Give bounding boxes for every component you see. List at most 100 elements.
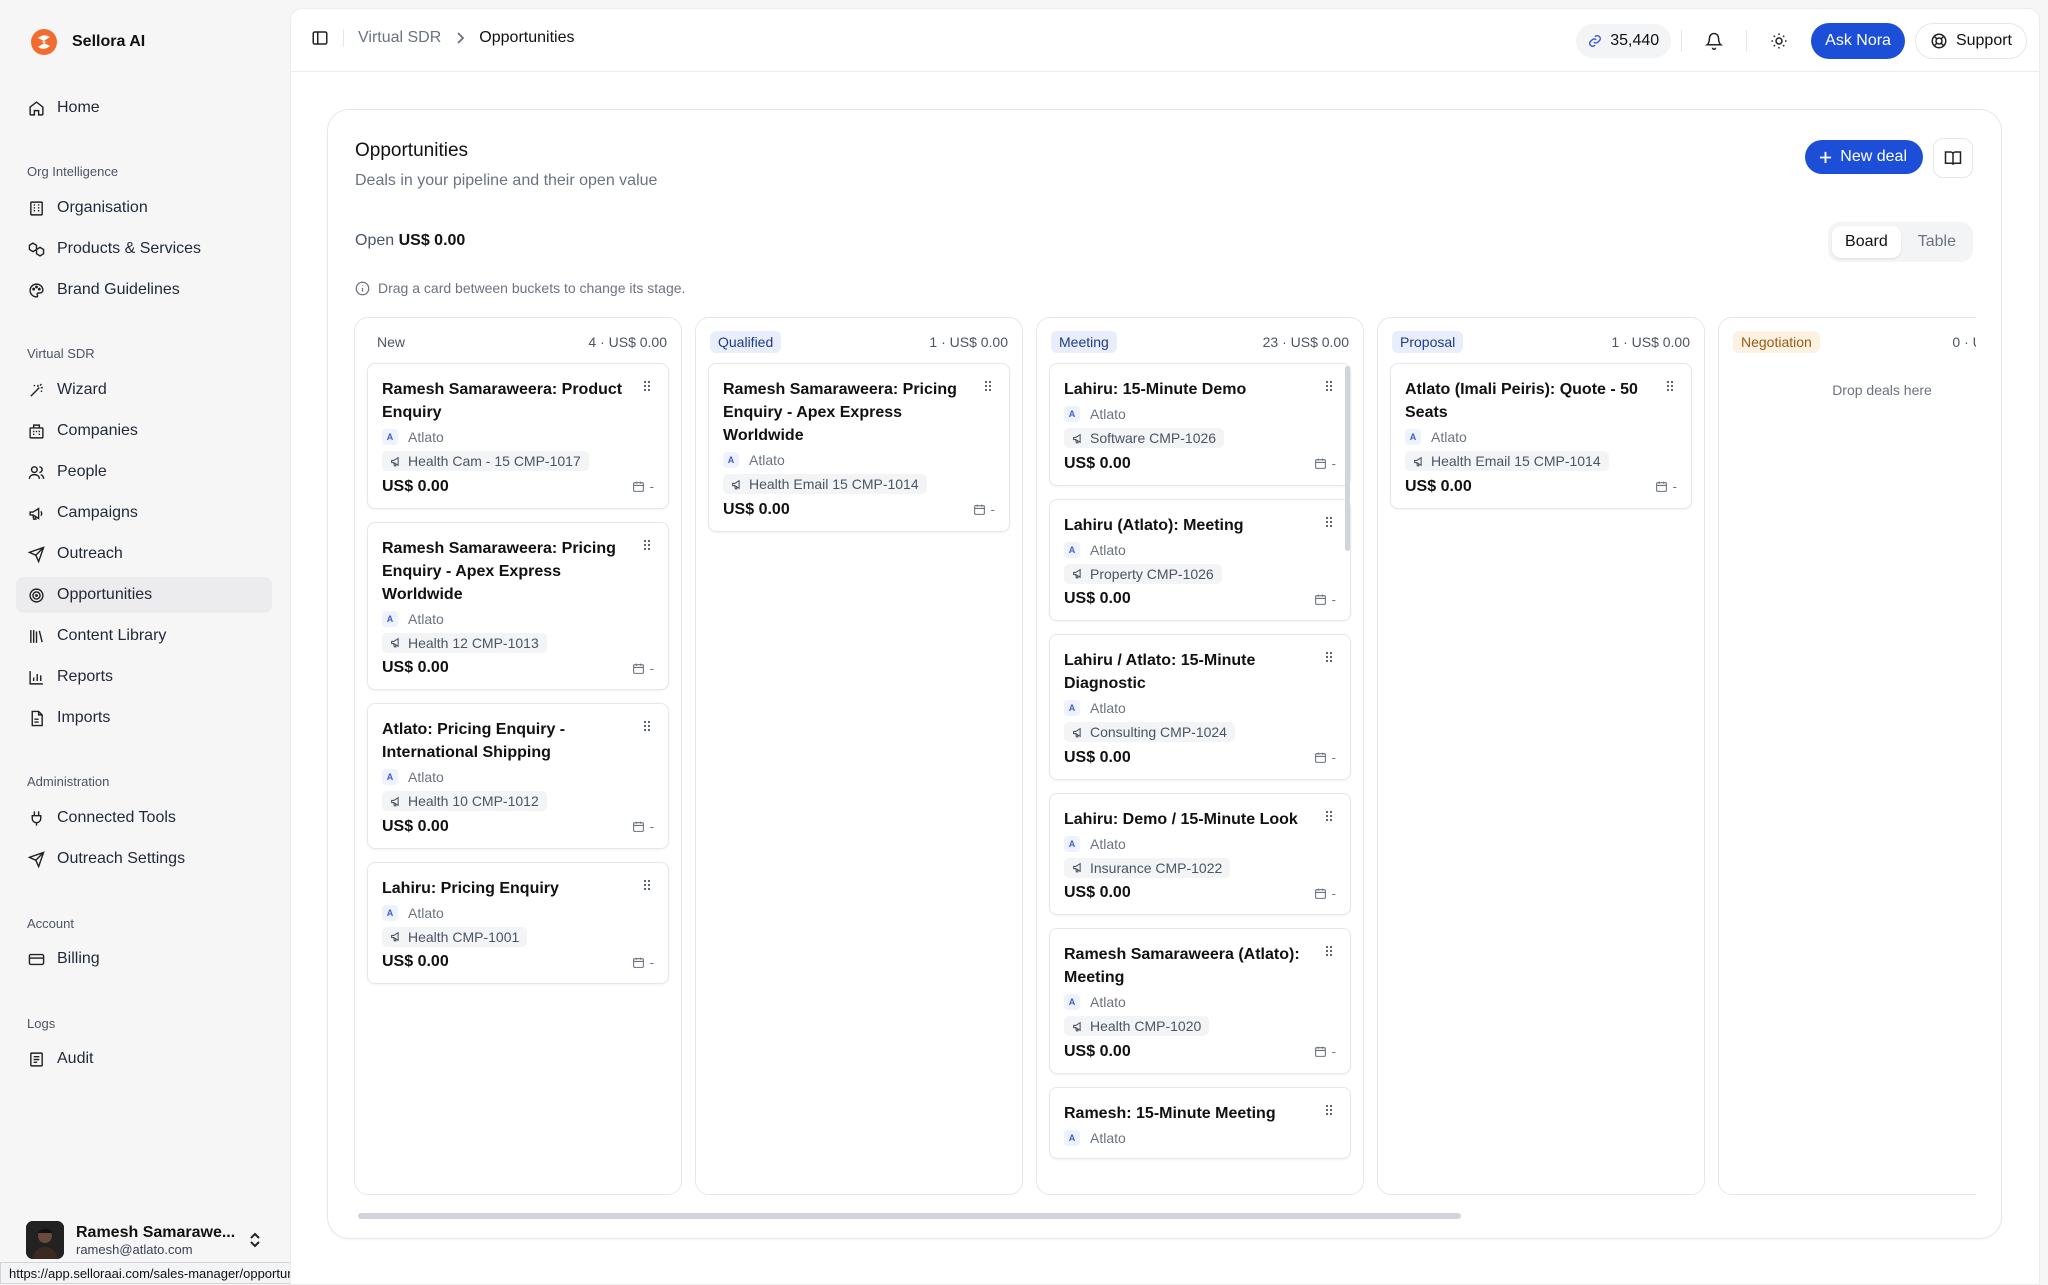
deal-card[interactable]: Ramesh Samaraweera: Product Enquiry A Atla…	[367, 363, 669, 509]
calendar-icon	[1314, 457, 1327, 470]
drag-handle-icon[interactable]	[1666, 380, 1674, 392]
sidebar-item-connected-tools[interactable]: Connected Tools	[16, 800, 272, 836]
sellora-logo-icon	[30, 28, 58, 56]
company-name: Atlato	[1090, 406, 1126, 422]
brand[interactable]: Sellora AI	[30, 28, 145, 56]
deal-company: A Atlato	[1405, 429, 1677, 445]
notifications-button[interactable]	[1692, 24, 1736, 58]
column-header: Qualified 1 · US$ 0.00	[710, 330, 1008, 354]
campaign-tag: Health 10 CMP-1012	[382, 791, 547, 811]
megaphone-icon	[1072, 861, 1085, 874]
tab-board[interactable]: Board	[1832, 226, 1901, 258]
breadcrumb-virtual-sdr[interactable]: Virtual SDR	[358, 29, 441, 47]
deal-card[interactable]: Ramesh: 15-Minute Meeting A Atlato	[1049, 1086, 1351, 1159]
sidebar-item-people[interactable]: People	[16, 454, 272, 490]
deal-card[interactable]: Ramesh Samaraweera: Pricing Enquiry - Ap…	[367, 521, 669, 690]
deal-card[interactable]: Lahiru (Atlato): Meeting A Atlato Property …	[1049, 498, 1351, 621]
sidebar-item-products-services[interactable]: Products & Services	[16, 231, 272, 267]
deal-company: A Atlato	[1064, 541, 1336, 558]
campaign-name: Health Email 15 CMP-1014	[1431, 453, 1601, 469]
drag-handle-icon[interactable]	[984, 380, 992, 392]
drag-handle-icon[interactable]	[643, 720, 651, 732]
deal-card[interactable]: Atlato (Imali Peiris): Quote - 50 Seats A…	[1390, 363, 1692, 509]
sidebar-item-reports[interactable]: Reports	[16, 659, 272, 695]
horizontal-scrollbar[interactable]	[358, 1213, 1461, 1219]
credits-badge[interactable]: 35,440	[1576, 24, 1672, 58]
sidebar-item-billing[interactable]: Billing	[16, 941, 272, 977]
drag-handle-icon[interactable]	[643, 380, 651, 392]
sidebar-item-imports[interactable]: Imports	[16, 700, 272, 736]
tab-table[interactable]: Table	[1905, 226, 1969, 258]
close-date: -	[1314, 750, 1336, 765]
drag-handle-icon[interactable]	[1325, 651, 1333, 663]
sidebar-item-organisation[interactable]: Organisation	[16, 190, 272, 226]
column-count: 4 · US$ 0.00	[588, 334, 667, 350]
user-menu[interactable]: Ramesh Samarawe... ramesh@atlato.com	[26, 1218, 274, 1262]
hint-text: Drag a card between buckets to change it…	[378, 280, 686, 296]
sidebar-item-content-library[interactable]: Content Library	[16, 618, 272, 654]
sidebar-item-opportunities[interactable]: Opportunities	[16, 577, 272, 613]
deal-amount: US$ 0.00	[1064, 1042, 1131, 1060]
drag-handle-icon[interactable]	[1325, 945, 1333, 957]
column-count: 0 · US$ 0.00	[1952, 334, 1976, 350]
campaign-name: Software CMP-1026	[1090, 430, 1217, 446]
sidebar-item-outreach[interactable]: Outreach	[16, 536, 272, 572]
close-date: -	[1314, 592, 1336, 607]
company-avatar: A	[382, 429, 398, 445]
deal-footer: US$ 0.00 -	[1064, 455, 1336, 473]
sidebar-item-home[interactable]: Home	[16, 90, 272, 126]
target-icon	[27, 586, 45, 604]
drag-handle-icon[interactable]	[1325, 516, 1333, 528]
boxes-icon	[27, 240, 45, 258]
deal-card[interactable]: Lahiru: 15-Minute Demo A Atlato Software CM…	[1049, 363, 1351, 486]
section-logs: Logs	[27, 1016, 56, 1031]
deal-company: A Atlato	[382, 769, 654, 785]
column-header: Negotiation 0 · US$ 0.00	[1733, 330, 1976, 354]
main-content: Virtual SDR Opportunities 35,440 Ask Nor…	[290, 8, 2040, 1285]
sidebar-item-campaigns[interactable]: Campaigns	[16, 495, 272, 531]
sidebar-item-wizard[interactable]: Wizard	[16, 372, 272, 408]
ask-nora-button[interactable]: Ask Nora	[1811, 23, 1905, 59]
deal-card[interactable]: Lahiru: Demo / 15-Minute Look A Atlato Insu…	[1049, 792, 1351, 915]
plug-icon	[27, 809, 45, 827]
campaign-tag: Property CMP-1026	[1064, 563, 1222, 584]
vertical-scrollbar[interactable]	[1345, 366, 1350, 551]
deal-card[interactable]: Ramesh Samaraweera (Atlato): Meeting A Atl…	[1049, 928, 1351, 1074]
deal-company: A Atlato	[1064, 835, 1336, 852]
chevrons-up-down-icon[interactable]	[248, 1232, 262, 1248]
drag-handle-icon[interactable]	[643, 539, 651, 551]
theme-toggle-button[interactable]	[1757, 24, 1801, 58]
sidebar-item-label: Connected Tools	[57, 809, 176, 826]
deal-title: Atlato: Pricing Enquiry - International …	[382, 721, 566, 761]
campaign-tag: Health Email 15 CMP-1014	[723, 474, 927, 494]
deal-footer: US$ 0.00 -	[382, 818, 654, 836]
company-name: Atlato	[1090, 835, 1126, 852]
deal-card[interactable]: Ramesh Samaraweera: Pricing Enquiry - Ap…	[708, 363, 1010, 532]
sidebar-item-brand-guidelines[interactable]: Brand Guidelines	[16, 272, 272, 308]
breadcrumb: Virtual SDR Opportunities	[311, 29, 574, 47]
column-header: Proposal 1 · US$ 0.00	[1392, 330, 1690, 354]
drag-handle-icon[interactable]	[643, 879, 651, 891]
drag-handle-icon[interactable]	[1325, 810, 1333, 822]
sidebar-toggle-icon[interactable]	[311, 29, 329, 47]
deal-card[interactable]: Atlato: Pricing Enquiry - International …	[367, 703, 669, 849]
deal-title: Ramesh Samaraweera: Pricing Enquiry - Ap…	[382, 539, 616, 603]
megaphone-icon	[390, 930, 403, 943]
sidebar-item-audit[interactable]: Audit	[16, 1041, 272, 1077]
deal-card[interactable]: Lahiru: Pricing Enquiry A Atlato Health CMP…	[367, 861, 669, 984]
deal-title: Lahiru (Atlato): Meeting	[1064, 516, 1244, 534]
sidebar-item-companies[interactable]: Companies	[16, 413, 272, 449]
column-proposal: Proposal 1 · US$ 0.00 Atlato (Imali Peiris…	[1377, 317, 1705, 1195]
drag-handle-icon[interactable]	[1325, 380, 1333, 392]
support-button[interactable]: Support	[1914, 23, 2027, 59]
new-deal-button[interactable]: New deal	[1805, 140, 1923, 174]
deal-card[interactable]: Lahiru / Atlato: 15-Minute Diagnostic A At…	[1049, 634, 1351, 780]
sidebar-item-outreach-settings[interactable]: Outreach Settings	[16, 841, 272, 877]
deal-title: Lahiru: Demo / 15-Minute Look	[1064, 810, 1298, 828]
section-administration: Administration	[27, 774, 110, 789]
deal-company: A Atlato	[382, 610, 654, 627]
docs-button[interactable]	[1933, 138, 1973, 178]
page-subtitle: Deals in your pipeline and their open va…	[355, 172, 658, 189]
drag-handle-icon[interactable]	[1325, 1104, 1333, 1116]
megaphone-icon	[1072, 726, 1085, 739]
